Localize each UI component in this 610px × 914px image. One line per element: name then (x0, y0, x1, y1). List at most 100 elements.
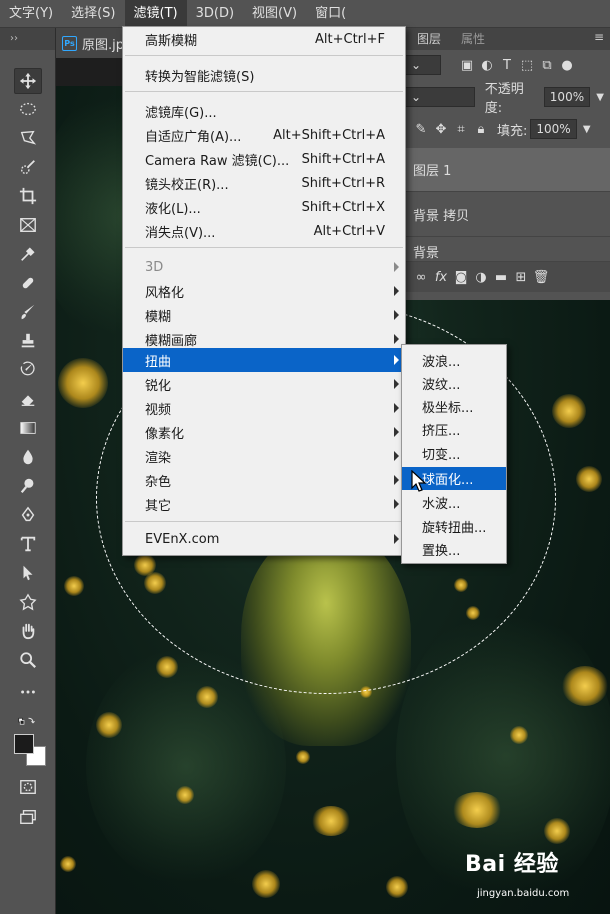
eraser-tool-icon[interactable] (14, 386, 42, 412)
menu-item-liquify[interactable]: 液化(L)... Shift+Ctrl+X (123, 195, 405, 219)
menu-item-pixelate[interactable]: 像素化 (123, 420, 405, 444)
submenu-arrow-icon (394, 534, 399, 544)
submenu-item-polar-coordinates[interactable]: 极坐标... (402, 395, 506, 418)
color-swatches[interactable] (14, 734, 48, 768)
filter-toggle-icon[interactable]: ● (557, 58, 577, 73)
pen-tool-icon[interactable] (14, 502, 42, 528)
tool-panel-collapse-icon[interactable]: ›› (0, 28, 55, 50)
menu-item-blur[interactable]: 模糊 (123, 303, 405, 327)
layer-style-icon[interactable]: fx (431, 270, 451, 285)
image-filter-icon[interactable]: ▣ (457, 58, 477, 73)
history-brush-tool-icon[interactable] (14, 357, 42, 383)
bokeh-light (562, 666, 608, 706)
submenu-item-wave[interactable]: 波浪... (402, 349, 506, 372)
blur-tool-icon[interactable] (14, 444, 42, 470)
submenu-item-pinch[interactable]: 挤压... (402, 418, 506, 441)
fill-input[interactable]: 100% (530, 119, 577, 139)
submenu-item-displace[interactable]: 置换... (402, 538, 506, 561)
menu-window[interactable]: 窗口( (306, 0, 355, 28)
opacity-input[interactable]: 100% (543, 87, 591, 107)
menu-item-noise[interactable]: 杂色 (123, 468, 405, 492)
lock-position-icon[interactable]: ✥ (431, 122, 451, 137)
menu-item-other[interactable]: 其它 (123, 492, 405, 516)
brush-tool-icon[interactable] (14, 299, 42, 325)
link-layers-icon[interactable]: ∞ (411, 270, 431, 285)
eyedropper-tool-icon[interactable] (14, 241, 42, 267)
submenu-arrow-icon (394, 310, 399, 320)
submenu-item-twirl[interactable]: 旋转扭曲... (402, 515, 506, 538)
menu-view[interactable]: 视图(V) (243, 0, 306, 28)
add-mask-icon[interactable]: ◙ (451, 270, 471, 285)
menu-item-camera-raw[interactable]: Camera Raw 滤镜(C)... Shift+Ctrl+A (123, 147, 405, 171)
hand-tool-icon[interactable] (14, 618, 42, 644)
layer-row[interactable]: 背景 拷贝 (405, 193, 610, 237)
more-tools-icon[interactable] (14, 679, 42, 705)
menu-item-render[interactable]: 渲染 (123, 444, 405, 468)
path-selection-tool-icon[interactable] (14, 560, 42, 586)
layer-filter-row: ⌄ ▣ ◐ T ⬚ ⧉ ● (405, 50, 610, 80)
smart-object-filter-icon[interactable]: ⧉ (537, 58, 557, 73)
menu-bar: 文字(Y) 选择(S) 滤镜(T) 3D(D) 视图(V) 窗口( (0, 0, 610, 28)
new-layer-icon[interactable]: ⊞ (511, 270, 531, 285)
panel-menu-icon[interactable]: ≡ (594, 30, 604, 44)
menu-item-convert-smart-filter[interactable]: 转换为智能滤镜(S) (123, 63, 405, 87)
foreground-color-swatch[interactable] (14, 734, 34, 754)
swap-colors-icon[interactable] (12, 709, 42, 735)
frame-tool-icon[interactable] (14, 212, 42, 238)
new-group-icon[interactable]: ▬ (491, 270, 511, 285)
adjustment-layer-icon[interactable]: ◑ (471, 270, 491, 285)
mouse-pointer-icon (411, 470, 427, 492)
quick-selection-tool-icon[interactable] (14, 154, 42, 180)
healing-brush-tool-icon[interactable] (14, 270, 42, 296)
bokeh-light (576, 466, 602, 492)
marquee-tool-icon[interactable] (14, 96, 42, 122)
type-filter-icon[interactable]: T (497, 58, 517, 73)
menu-item-gaussian-blur[interactable]: 高斯模糊 Alt+Ctrl+F (123, 27, 405, 51)
lock-all-icon[interactable]: 🔒︎ (471, 122, 491, 137)
clone-stamp-tool-icon[interactable] (14, 328, 42, 354)
submenu-item-ripple[interactable]: 波纹... (402, 372, 506, 395)
submenu-item-shear[interactable]: 切变... (402, 442, 506, 465)
menu-item-evenx[interactable]: EVEnX.com (123, 527, 405, 551)
lasso-tool-icon[interactable] (14, 125, 42, 151)
screen-mode-icon[interactable] (14, 804, 42, 830)
lock-artboard-icon[interactable]: ⌗ (451, 122, 471, 137)
menu-item-filter-gallery[interactable]: 滤镜库(G)... (123, 99, 405, 123)
blend-mode-dropdown[interactable]: ⌄ (405, 87, 475, 107)
opacity-dropdown-icon[interactable]: ▼ (590, 92, 610, 103)
distort-submenu: 波浪... 波纹... 极坐标... 挤压... 切变... 球面化... 水波… (401, 344, 507, 564)
layer-row[interactable]: 图层 1 (405, 148, 610, 192)
menu-item-distort[interactable]: 扭曲 (123, 348, 405, 372)
fill-dropdown-icon[interactable]: ▼ (577, 124, 597, 135)
menu-separator (125, 521, 403, 522)
menu-item-vanishing-point[interactable]: 消失点(V)... Alt+Ctrl+V (123, 219, 405, 243)
menu-text[interactable]: 文字(Y) (0, 0, 62, 28)
move-tool-icon[interactable] (14, 68, 42, 94)
crop-tool-icon[interactable] (14, 183, 42, 209)
tab-layers[interactable]: 图层 (409, 28, 449, 50)
menu-3d[interactable]: 3D(D) (187, 0, 243, 28)
submenu-item-zigzag[interactable]: 水波... (402, 491, 506, 514)
layer-row[interactable]: 背景 (405, 238, 610, 262)
type-tool-icon[interactable] (14, 531, 42, 557)
lock-pixels-icon[interactable]: ✎ (411, 122, 431, 137)
tab-properties[interactable]: 属性 (453, 28, 493, 50)
menu-item-stylize[interactable]: 风格化 (123, 279, 405, 303)
adjustment-filter-icon[interactable]: ◐ (477, 58, 497, 73)
zoom-tool-icon[interactable] (14, 647, 42, 673)
quick-mask-icon[interactable] (14, 774, 42, 800)
dodge-tool-icon[interactable] (14, 473, 42, 499)
shape-filter-icon[interactable]: ⬚ (517, 58, 537, 73)
layer-kind-dropdown[interactable]: ⌄ (405, 55, 441, 75)
trash-icon[interactable]: 🗑︎ (531, 270, 551, 285)
menu-select[interactable]: 选择(S) (62, 0, 124, 28)
menu-item-adaptive-wide-angle[interactable]: 自适应广角(A)... Alt+Shift+Ctrl+A (123, 123, 405, 147)
menu-item-3d: 3D (123, 255, 405, 279)
menu-item-lens-correction[interactable]: 镜头校正(R)... Shift+Ctrl+R (123, 171, 405, 195)
menu-item-sharpen[interactable]: 锐化 (123, 372, 405, 396)
menu-filter[interactable]: 滤镜(T) (124, 0, 187, 28)
layer-actions-row: ∞ fx ◙ ◑ ▬ ⊞ 🗑︎ (405, 262, 610, 292)
shape-tool-icon[interactable] (14, 589, 42, 615)
gradient-tool-icon[interactable] (14, 415, 42, 441)
menu-item-video[interactable]: 视频 (123, 396, 405, 420)
